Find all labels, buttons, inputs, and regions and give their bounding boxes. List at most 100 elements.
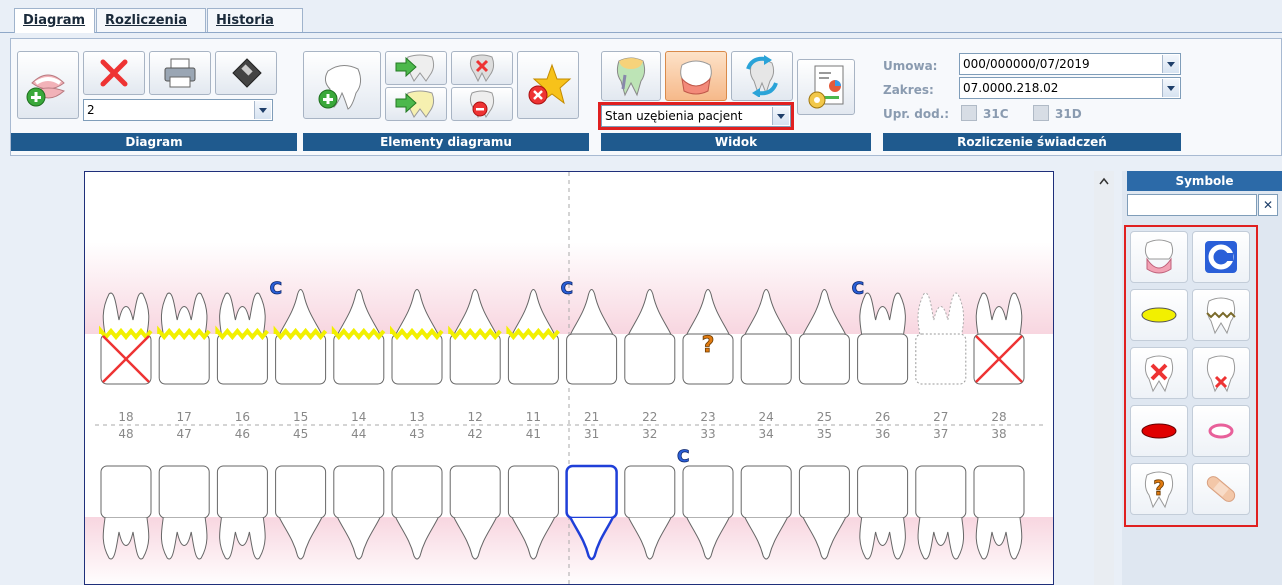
caries-marker: C bbox=[270, 279, 282, 299]
view-tooth-state-button[interactable] bbox=[665, 51, 727, 101]
chevron-down-icon[interactable] bbox=[1162, 55, 1179, 73]
view-colored-teeth-button[interactable] bbox=[601, 51, 661, 101]
tab-diagram[interactable]: Diagram bbox=[14, 8, 95, 33]
tooth-48[interactable]: 48 bbox=[100, 427, 152, 560]
tooth-16[interactable]: 16 bbox=[215, 292, 269, 424]
caries-marker: C bbox=[561, 279, 573, 299]
tooth-question-icon: ? bbox=[1144, 471, 1174, 509]
symbol-zigzag-tooth[interactable] bbox=[1192, 289, 1250, 341]
crown-38 bbox=[973, 465, 1025, 519]
report-settings-icon bbox=[808, 65, 844, 109]
yellow-ellipse-icon bbox=[1141, 307, 1177, 323]
toolbar: 2 Diagram Elementy diagramu Stan uzębien… bbox=[10, 38, 1282, 156]
umowa-select[interactable]: 000/000000/07/2019 bbox=[959, 53, 1181, 75]
svg-text:25: 25 bbox=[817, 410, 832, 424]
caries-marker: C bbox=[852, 279, 864, 299]
crown-16 bbox=[216, 333, 268, 385]
tooth-refresh-icon bbox=[746, 55, 778, 97]
chevron-down-icon[interactable] bbox=[254, 101, 271, 119]
tooth-arrow-yellow-icon bbox=[395, 90, 435, 118]
red-ellipse-icon bbox=[1141, 423, 1177, 439]
tab-historia[interactable]: Historia bbox=[207, 8, 303, 32]
tooth-17[interactable]: 17 bbox=[157, 292, 211, 424]
checkbox-31d[interactable] bbox=[1033, 105, 1049, 121]
symbol-bandage[interactable] bbox=[1192, 463, 1250, 515]
crown-11 bbox=[507, 333, 559, 385]
crown-25 bbox=[798, 333, 850, 385]
svg-text:48: 48 bbox=[118, 427, 133, 441]
crown-14 bbox=[333, 333, 385, 385]
svg-text:16: 16 bbox=[235, 410, 250, 424]
floppy-disk-icon bbox=[232, 58, 262, 88]
crown-47 bbox=[158, 465, 210, 519]
chevron-down-icon[interactable] bbox=[772, 107, 789, 125]
tooth-gum-icon bbox=[1144, 239, 1174, 274]
tooth-37[interactable]: 37 bbox=[915, 427, 967, 560]
print-button[interactable] bbox=[149, 51, 211, 95]
crown-43 bbox=[391, 465, 443, 519]
delete-tooth-button[interactable] bbox=[451, 87, 513, 121]
vertical-scrollbar[interactable] bbox=[1094, 171, 1114, 585]
symbols-search-input[interactable] bbox=[1127, 194, 1257, 216]
checkbox-31d-label: 31D bbox=[1055, 107, 1082, 121]
svg-text:33: 33 bbox=[700, 427, 715, 441]
symbol-crown-gum[interactable] bbox=[1130, 231, 1188, 283]
crown-35 bbox=[798, 465, 850, 519]
printer-icon bbox=[164, 58, 196, 88]
svg-text:12: 12 bbox=[468, 410, 483, 424]
remove-symbol-button[interactable] bbox=[517, 51, 579, 119]
tooth-add-icon bbox=[318, 65, 362, 110]
caries-marker: C bbox=[677, 447, 689, 467]
settlement-group-title: Rozliczenie świadczeń bbox=[883, 133, 1181, 151]
root-red-x-icon bbox=[1206, 355, 1236, 393]
view-report-button[interactable] bbox=[797, 59, 855, 115]
tooth-27[interactable]: 27 bbox=[915, 292, 967, 424]
delete-diagram-button[interactable] bbox=[83, 51, 145, 95]
bandage-icon bbox=[1206, 476, 1236, 502]
star-remove-icon bbox=[528, 63, 572, 105]
add-diagram-button[interactable] bbox=[17, 51, 79, 119]
svg-text:47: 47 bbox=[177, 427, 192, 441]
save-button[interactable] bbox=[215, 51, 277, 95]
chevron-up-icon[interactable] bbox=[1094, 171, 1114, 191]
checkbox-31c-label: 31C bbox=[983, 107, 1009, 121]
symbol-tooth-x[interactable] bbox=[1130, 347, 1188, 399]
zakres-select[interactable]: 07.0000.218.02 bbox=[959, 77, 1181, 99]
tooth-47[interactable]: 47 bbox=[158, 427, 210, 560]
view-group-title: Widok bbox=[601, 133, 871, 151]
symbol-yellow-ellipse[interactable] bbox=[1130, 289, 1188, 341]
tooth-46[interactable]: 46 bbox=[216, 427, 268, 560]
symbol-root-x[interactable] bbox=[1192, 347, 1250, 399]
pink-ring-icon bbox=[1208, 423, 1234, 439]
diagram-select[interactable]: 2 bbox=[83, 99, 273, 121]
tab-rozliczenia[interactable]: Rozliczenia bbox=[96, 8, 206, 32]
symbol-red-ellipse[interactable] bbox=[1130, 405, 1188, 457]
crown-27 bbox=[915, 333, 967, 385]
checkbox-31c[interactable] bbox=[961, 105, 977, 121]
svg-text:17: 17 bbox=[177, 410, 192, 424]
clear-search-button[interactable]: ✕ bbox=[1258, 194, 1278, 216]
svg-text:?: ? bbox=[1153, 476, 1165, 500]
svg-text:32: 32 bbox=[642, 427, 657, 441]
chevron-down-icon[interactable] bbox=[1162, 79, 1179, 97]
symbol-pink-ring[interactable] bbox=[1192, 405, 1250, 457]
move-tooth-up-button[interactable] bbox=[385, 51, 447, 85]
tooth-26[interactable]: 26 bbox=[857, 292, 909, 424]
move-tooth-down-button[interactable] bbox=[385, 87, 447, 121]
tooth-36[interactable]: 36 bbox=[857, 427, 909, 560]
svg-text:13: 13 bbox=[409, 410, 424, 424]
tooth-38[interactable]: 38 bbox=[973, 427, 1025, 560]
view-mode-select[interactable]: Stan uzębienia pacjent bbox=[598, 102, 794, 130]
svg-text:26: 26 bbox=[875, 410, 890, 424]
dental-diagram[interactable]: 18 48 17 47 16 46 15 45 14 44 13 43 12 42 11 41 21 31 22 32… bbox=[84, 171, 1054, 585]
remove-tooth-element-button[interactable] bbox=[451, 51, 513, 85]
add-tooth-button[interactable] bbox=[303, 51, 381, 119]
cross-icon bbox=[100, 59, 128, 87]
tooth-red-x-icon bbox=[1144, 355, 1174, 393]
crown-45 bbox=[275, 465, 327, 519]
symbol-question-tooth[interactable]: ? bbox=[1130, 463, 1188, 515]
crown-15 bbox=[275, 333, 327, 385]
symbol-c-marker[interactable] bbox=[1192, 231, 1250, 283]
svg-text:41: 41 bbox=[526, 427, 541, 441]
view-refresh-button[interactable] bbox=[731, 51, 793, 101]
